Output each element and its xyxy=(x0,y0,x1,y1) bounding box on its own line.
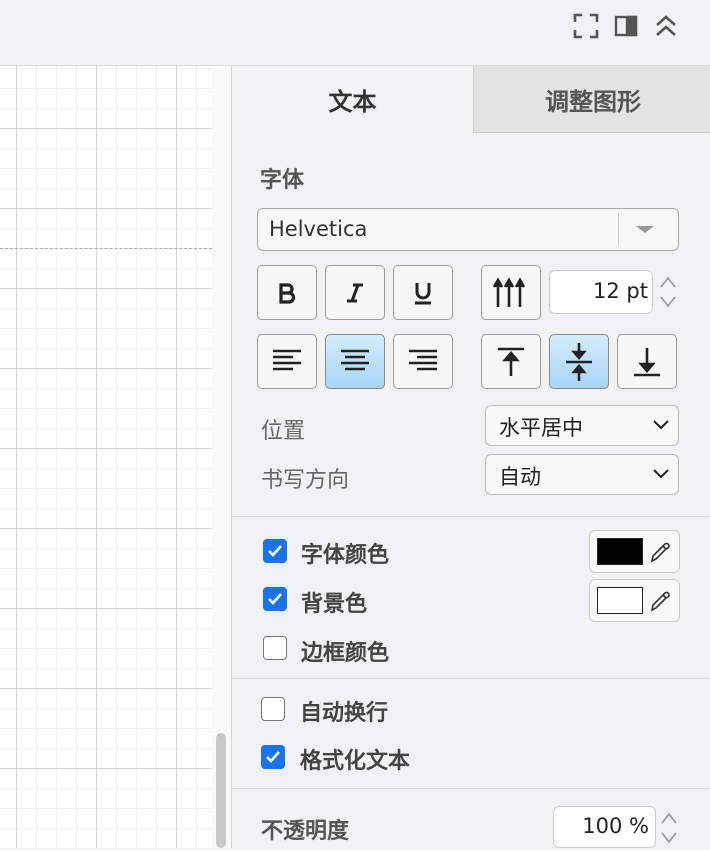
top-toolbar xyxy=(0,0,710,66)
eyedropper-icon[interactable] xyxy=(649,540,671,564)
italic-icon xyxy=(347,283,363,302)
align-right-button[interactable] xyxy=(393,334,453,389)
vertical-scrollbar[interactable] xyxy=(212,66,231,848)
background-color-picker[interactable] xyxy=(589,579,680,622)
tab-text[interactable]: 文本 xyxy=(232,66,473,132)
format-panel-icon[interactable] xyxy=(611,10,641,42)
align-bottom-icon xyxy=(634,347,660,376)
eyedropper-icon[interactable] xyxy=(649,589,671,613)
opacity-label: 不透明度 xyxy=(261,819,350,844)
word-wrap-checkbox[interactable] xyxy=(261,697,285,721)
align-top-icon xyxy=(498,347,524,376)
position-label: 位置 xyxy=(261,419,306,444)
vertical-text-icon xyxy=(493,276,526,307)
fullscreen-icon[interactable] xyxy=(571,10,601,42)
direction-value: 自动 xyxy=(499,465,541,489)
opacity-input[interactable]: 100 % xyxy=(553,806,656,848)
scrollbar-thumb[interactable] xyxy=(216,733,226,848)
align-left-icon xyxy=(273,349,301,370)
chevron-down-icon xyxy=(653,469,669,479)
divider xyxy=(232,788,710,789)
bold-icon xyxy=(279,282,296,304)
font-section-title: 字体 xyxy=(260,168,305,193)
divider xyxy=(232,678,710,679)
format-panel: 文本 调整图形 字体 Helvetica 12 pt 位置 水平居中 书写方向 … xyxy=(231,66,710,848)
checkmark-icon xyxy=(268,593,282,605)
formatted-text-label: 格式化文本 xyxy=(300,749,411,774)
select-divider xyxy=(618,213,619,246)
border-color-label: 边框颜色 xyxy=(301,641,390,666)
font-color-swatch[interactable] xyxy=(597,538,643,565)
background-color-checkbox[interactable] xyxy=(263,587,287,611)
font-color-picker[interactable] xyxy=(589,530,680,573)
align-right-icon xyxy=(409,349,437,370)
font-size-stepper[interactable] xyxy=(657,270,679,314)
chevron-down-icon xyxy=(653,420,669,430)
font-family-value: Helvetica xyxy=(269,217,368,241)
bold-button[interactable] xyxy=(257,265,317,320)
underline-button[interactable] xyxy=(393,265,453,320)
text-direction-button[interactable] xyxy=(481,265,541,320)
checkmark-icon xyxy=(268,545,282,557)
formatted-text-checkbox[interactable] xyxy=(261,745,285,769)
dropdown-arrow-icon xyxy=(636,226,654,233)
align-middle-icon xyxy=(566,342,592,381)
font-size-input[interactable]: 12 pt xyxy=(549,270,653,314)
font-color-label: 字体颜色 xyxy=(301,543,390,568)
page-break-line xyxy=(0,248,212,249)
align-left-button[interactable] xyxy=(257,334,317,389)
direction-label: 书写方向 xyxy=(261,468,350,493)
diagram-canvas[interactable] xyxy=(0,66,212,848)
align-top-button[interactable] xyxy=(481,334,541,389)
opacity-stepper[interactable] xyxy=(658,806,680,850)
align-center-button[interactable] xyxy=(325,334,385,389)
position-value: 水平居中 xyxy=(499,416,583,440)
font-family-select[interactable]: Helvetica xyxy=(257,208,679,251)
border-color-checkbox[interactable] xyxy=(263,636,287,660)
checkmark-icon xyxy=(266,751,280,763)
align-bottom-button[interactable] xyxy=(617,334,677,389)
italic-button[interactable] xyxy=(325,265,385,320)
font-color-checkbox[interactable] xyxy=(263,539,287,563)
word-wrap-label: 自动换行 xyxy=(300,701,389,726)
direction-select[interactable]: 自动 xyxy=(485,454,679,495)
underline-icon xyxy=(415,282,431,304)
collapse-icon[interactable] xyxy=(651,10,681,42)
align-middle-button[interactable] xyxy=(549,334,609,389)
tab-arrange[interactable]: 调整图形 xyxy=(473,66,710,133)
background-color-label: 背景色 xyxy=(301,592,368,617)
position-select[interactable]: 水平居中 xyxy=(485,405,679,446)
divider xyxy=(232,516,710,517)
background-color-swatch[interactable] xyxy=(597,587,643,614)
align-center-icon xyxy=(341,349,369,370)
